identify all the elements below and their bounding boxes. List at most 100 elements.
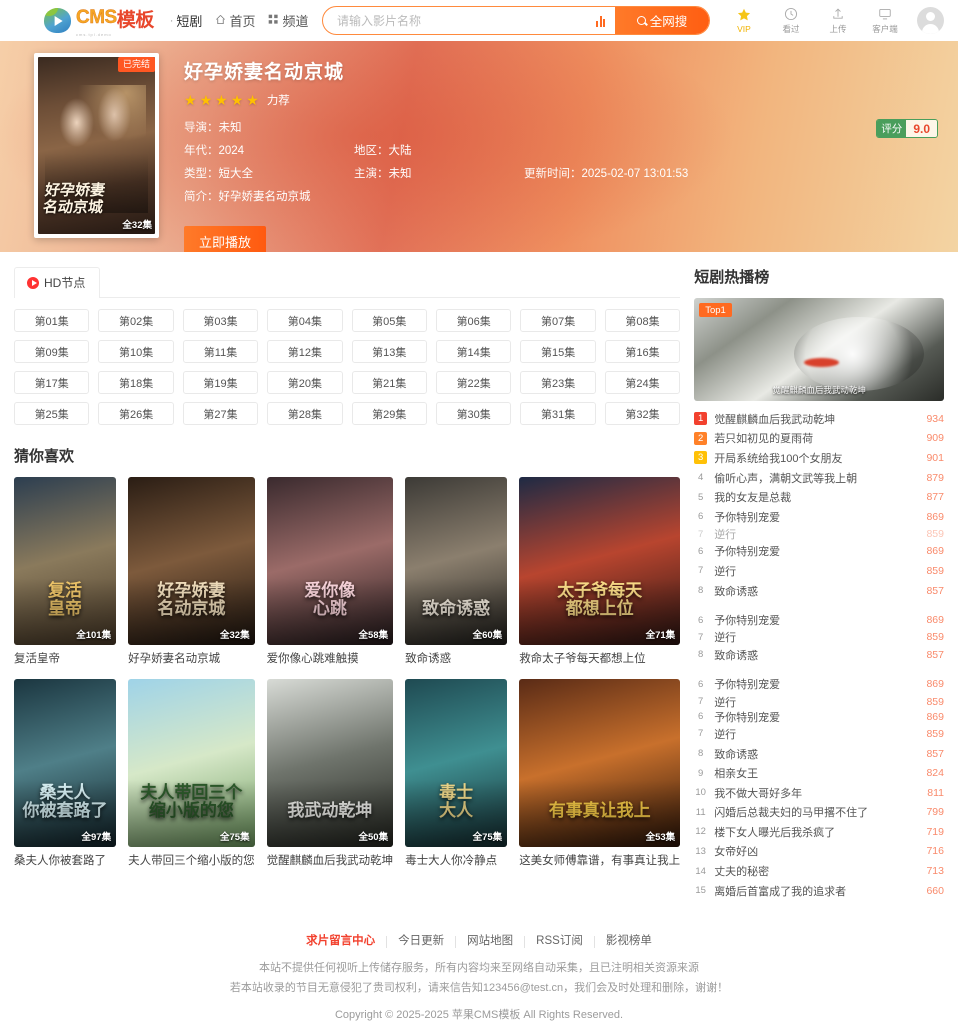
- rank-hot-value: 869: [926, 510, 944, 523]
- tool-upload[interactable]: 上传: [823, 6, 853, 35]
- episode-item[interactable]: 第17集: [14, 371, 90, 394]
- episode-item[interactable]: 第06集: [435, 309, 512, 332]
- episode-item[interactable]: 第04集: [267, 309, 343, 332]
- tool-client[interactable]: 客户端: [870, 6, 900, 35]
- footer-link[interactable]: 网站地图: [456, 936, 526, 948]
- rank-row[interactable]: 9 相亲女王 824: [694, 763, 944, 783]
- episode-item[interactable]: 第27集: [182, 402, 259, 425]
- card-thumbnail: 爱你像心跳全58集: [266, 477, 394, 645]
- rank-row[interactable]: 10 我不做大哥好多年 811: [694, 783, 944, 803]
- search-input[interactable]: [323, 7, 596, 34]
- rank-row[interactable]: 4 偷听心声，满朝文武等我上朝 879: [694, 468, 944, 488]
- rank-row[interactable]: 7 逆行 859: [694, 630, 944, 645]
- recommend-card[interactable]: 太子爷每天都想上位全71集救命太子爷每天都想上位: [519, 477, 681, 666]
- rank-list: 1 觉醒麒麟血后我武动乾坤 934 2 若只如初见的夏雨荷 909 3 开局系统给我100个女…: [694, 409, 944, 900]
- episode-item[interactable]: 第08集: [604, 309, 681, 332]
- rank-row[interactable]: 3 开局系统给我100个女朋友 901: [694, 448, 944, 468]
- tab-hd-node[interactable]: HD节点: [14, 267, 101, 298]
- footer-link[interactable]: 影视榜单: [595, 936, 663, 948]
- episode-item[interactable]: 第10集: [98, 340, 174, 363]
- nav-item-duanju[interactable]: · 短剧: [170, 11, 203, 30]
- rank-row[interactable]: 6 予你特别宠爱 869: [694, 709, 944, 724]
- clock-icon: [784, 6, 798, 21]
- rank-hot-value: 857: [926, 584, 944, 597]
- rank-row[interactable]: 6 予你特别宠爱 869: [694, 610, 944, 630]
- site-logo[interactable]: CMS 模板 cms.tpl.demo: [44, 5, 154, 37]
- rank-row[interactable]: 8 致命诱惑 857: [694, 581, 944, 601]
- episode-item[interactable]: 第01集: [14, 309, 90, 332]
- episode-item[interactable]: 第05集: [351, 309, 427, 332]
- rank-row[interactable]: 14 丈夫的秘密 713: [694, 861, 944, 881]
- episode-item[interactable]: 第20集: [267, 371, 343, 394]
- rank-row[interactable]: 1 觉醒麒麟血后我武动乾坤 934: [694, 409, 944, 429]
- search-button[interactable]: 全网搜: [615, 7, 709, 34]
- rank-hot-value: 869: [926, 545, 944, 558]
- nav-item-home[interactable]: 首页: [215, 11, 255, 30]
- footer-link[interactable]: 今日更新: [387, 936, 457, 948]
- nav-item-channel[interactable]: 频道: [268, 11, 308, 30]
- episode-item[interactable]: 第29集: [351, 402, 427, 425]
- card-episode-count: 全58集: [358, 630, 389, 641]
- episode-item[interactable]: 第28集: [267, 402, 343, 425]
- rank-hero-thumb[interactable]: Top1 觉醒麒麟血后我武动乾坤: [694, 298, 944, 401]
- recommend-card[interactable]: 致命诱惑全60集致命诱惑: [405, 477, 508, 666]
- episode-item[interactable]: 第26集: [98, 402, 174, 425]
- recommend-card[interactable]: 毒士大人全75集毒士大人你冷静点: [405, 679, 508, 868]
- episode-item[interactable]: 第24集: [604, 371, 681, 394]
- user-avatar-icon[interactable]: [917, 7, 944, 34]
- rank-row[interactable]: 2 若只如初见的夏雨荷 909: [694, 429, 944, 449]
- rank-row[interactable]: 8 致命诱惑 857: [694, 744, 944, 764]
- site-footer: 求片留言中心 今日更新 网站地图 RSS订阅 影视榜单 本站不提供任何视听上传储存服务，…: [0, 922, 958, 1024]
- episode-item[interactable]: 第32集: [604, 402, 681, 425]
- episode-item[interactable]: 第11集: [182, 340, 259, 363]
- rank-row[interactable]: 7 逆行 859: [694, 724, 944, 744]
- rank-row[interactable]: 6 予你特别宠爱 869: [694, 542, 944, 562]
- episode-item[interactable]: 第13集: [351, 340, 427, 363]
- recommend-card[interactable]: 夫人带回三个缩小版的您全75集夫人带回三个缩小版的您: [128, 679, 255, 868]
- bar-chart-icon[interactable]: [596, 15, 605, 27]
- rank-row[interactable]: 8 致命诱惑 857: [694, 645, 944, 665]
- episode-item[interactable]: 第03集: [182, 309, 259, 332]
- episode-item[interactable]: 第09集: [14, 340, 90, 363]
- footer-link[interactable]: 求片留言中心: [295, 936, 388, 948]
- episode-item[interactable]: 第14集: [435, 340, 512, 363]
- episode-item[interactable]: 第07集: [520, 309, 596, 332]
- episode-item[interactable]: 第30集: [435, 402, 512, 425]
- search-box[interactable]: 全网搜: [322, 6, 710, 35]
- rank-row[interactable]: 12 楼下女人曝光后我杀疯了 719: [694, 822, 944, 842]
- episode-item[interactable]: 第18集: [98, 371, 174, 394]
- episode-item[interactable]: 第12集: [267, 340, 343, 363]
- episode-item[interactable]: 第23集: [520, 371, 596, 394]
- recommend-card[interactable]: 桑夫人你被套路了全97集桑夫人你被套路了: [14, 679, 117, 868]
- rank-row[interactable]: 5 我的女友是总裁 877: [694, 487, 944, 507]
- tool-vip[interactable]: VIP: [729, 7, 759, 34]
- recommend-card[interactable]: 爱你像心跳全58集爱你像心跳难触摸: [266, 477, 394, 666]
- play-now-button[interactable]: 立即播放: [184, 226, 266, 252]
- episode-item[interactable]: 第16集: [604, 340, 681, 363]
- tool-history[interactable]: 看过: [776, 6, 806, 35]
- rank-row[interactable]: 7 逆行 859: [694, 527, 944, 542]
- rank-row[interactable]: 11 闪婚后总裁夫妇的马甲撂不住了 799: [694, 803, 944, 823]
- rank-row[interactable]: 7 逆行 859: [694, 694, 944, 709]
- episode-item[interactable]: 第21集: [351, 371, 427, 394]
- rank-row[interactable]: 7 逆行 859: [694, 561, 944, 581]
- episode-grid: 第01集 第02集 第03集 第04集 第05集 第06集 第07集 第08集第09集 第10集…: [14, 309, 681, 425]
- episode-item[interactable]: 第15集: [520, 340, 596, 363]
- footer-link[interactable]: RSS订阅: [525, 936, 595, 948]
- meta-value: 2024: [218, 145, 245, 157]
- episode-item[interactable]: 第22集: [435, 371, 512, 394]
- rank-row[interactable]: 6 予你特别宠爱 869: [694, 507, 944, 527]
- recommend-card[interactable]: 好孕娇妻名动京城全32集好孕娇妻名动京城: [128, 477, 255, 666]
- episode-item[interactable]: 第02集: [98, 309, 174, 332]
- rank-row[interactable]: 13 女帝好凶 716: [694, 842, 944, 862]
- recommend-card[interactable]: 有事真让我上全53集这美女师傅靠谱，有事真让我上: [519, 679, 681, 868]
- recommend-card[interactable]: 复活皇帝全101集复活皇帝: [14, 477, 117, 666]
- hero-poster[interactable]: 好孕娇妻 名动京城 已完结 全32集: [34, 53, 159, 238]
- episode-item[interactable]: 第25集: [14, 402, 90, 425]
- rank-row[interactable]: 15 离婚后首富成了我的追求者 660: [694, 881, 944, 901]
- rank-row[interactable]: 6 予你特别宠爱 869: [694, 675, 944, 695]
- recommend-card[interactable]: 我武动乾坤全50集觉醒麒麟血后我武动乾坤: [266, 679, 394, 868]
- rank-item-title: 相亲女王: [714, 768, 759, 781]
- episode-item[interactable]: 第19集: [182, 371, 259, 394]
- episode-item[interactable]: 第31集: [520, 402, 596, 425]
